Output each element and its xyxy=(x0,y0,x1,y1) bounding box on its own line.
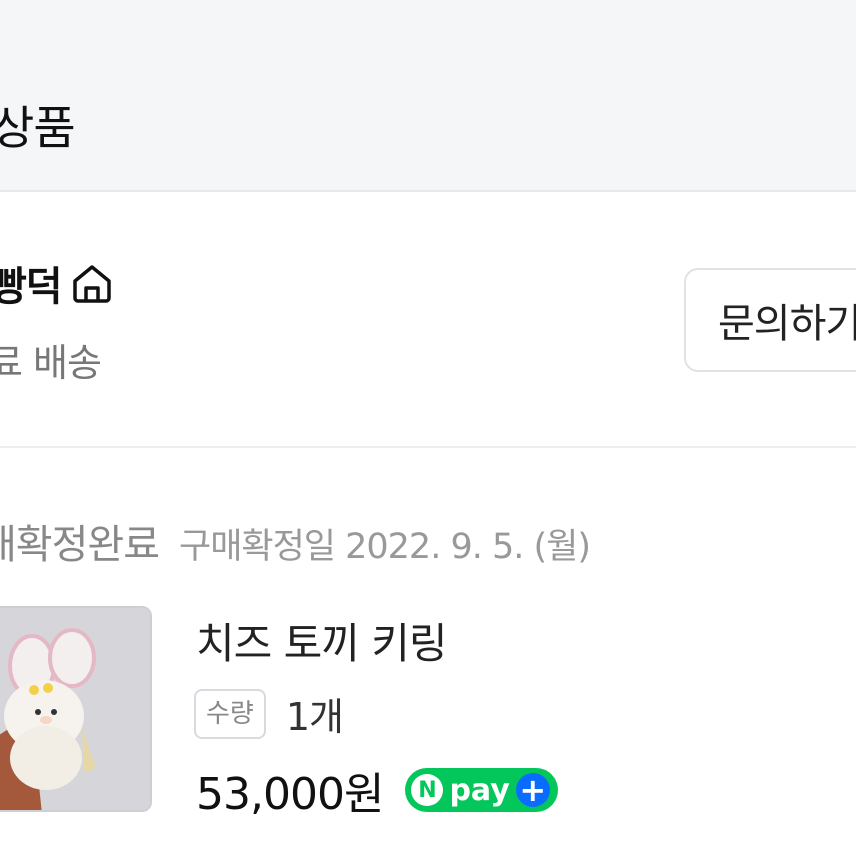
shipping-info: 료 배송 xyxy=(0,341,102,385)
product-name[interactable]: 치즈 토끼 키링 xyxy=(196,610,448,671)
order-status-row: 매확정완료 구매확정일 2022. 9. 5. (월) xyxy=(0,512,591,570)
npay-logo: N pay + xyxy=(405,768,558,812)
page-header: 상품 xyxy=(0,0,856,192)
price-row: 53,000원 N pay + xyxy=(196,758,558,822)
quantity-badge: 수량 xyxy=(194,688,266,739)
home-icon xyxy=(70,261,114,305)
plus-icon: + xyxy=(515,773,550,807)
npay-n-icon: N xyxy=(411,774,444,806)
store-section: 빵덕 료 배송 문의하기 xyxy=(0,194,856,448)
confirm-date: 구매확정일 2022. 9. 5. (월) xyxy=(179,527,591,567)
product-price: 53,000원 xyxy=(196,769,384,820)
order-section: 매확정완료 구매확정일 2022. 9. 5. (월) 치즈 토끼 키링 수량 … xyxy=(0,450,856,856)
product-thumbnail[interactable] xyxy=(0,606,152,812)
store-name-link[interactable]: 빵덕 xyxy=(0,254,114,312)
quantity-row: 수량 1개 xyxy=(194,686,344,741)
npay-label: pay xyxy=(449,772,510,808)
quantity-value: 1개 xyxy=(285,695,344,739)
order-status: 매확정완료 xyxy=(0,522,160,568)
store-name: 빵덕 xyxy=(0,264,63,310)
page-title: 상품 xyxy=(0,101,76,155)
inquiry-button[interactable]: 문의하기 xyxy=(684,268,856,372)
